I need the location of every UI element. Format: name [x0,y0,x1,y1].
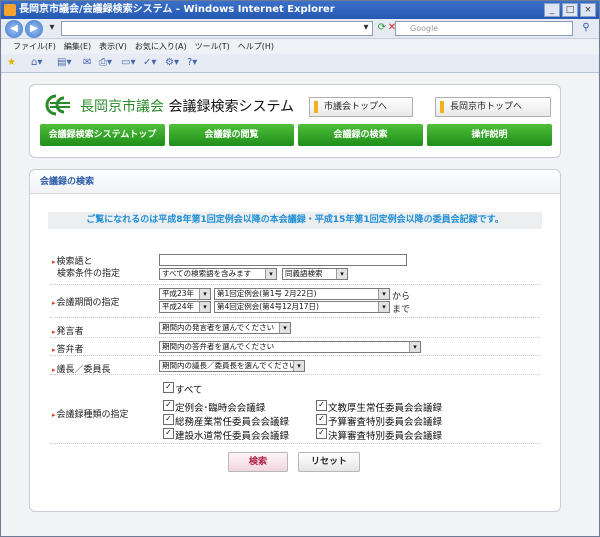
window-controls: _ □ × [544,3,596,17]
chair-select[interactable]: 期間内の議長／委員長を選んでください [159,360,305,372]
divider [50,284,540,285]
site-header: 長岡京市議会 会議録検索システム 市議会トップへ 長岡京市トップへ 会議録検索シ… [29,84,561,158]
to-session-select[interactable]: 第4回定例会(第4号12月17日) [214,301,390,313]
mail-icon[interactable]: ✉ [83,56,91,70]
divider [50,355,540,356]
menu-edit[interactable]: 編集(E) [64,39,91,54]
type-checkbox[interactable]: 定例会･臨時会会議録 [163,400,265,414]
to-suffix: まで [392,305,411,315]
main-nav: 会議録検索システムトップ 会議録の閲覧 会議録の検索 操作説明 [40,124,552,146]
search-icon[interactable]: ⚲ [579,21,593,35]
city-top-link[interactable]: 長岡京市トップへ [435,97,551,117]
nav-browse[interactable]: 会議録の閲覧 [169,124,294,146]
help-icon[interactable]: ?▾ [187,56,197,70]
site-title-council: 長岡京市議会 [80,99,164,115]
council-top-link[interactable]: 市議会トップへ [309,97,413,117]
maximize-button[interactable]: □ [562,3,578,17]
search-button[interactable]: 検索 [228,452,288,472]
nav-help[interactable]: 操作説明 [427,124,552,146]
menu-help[interactable]: ヘルプ(H) [238,39,274,54]
from-year-select[interactable]: 平成23年 [159,288,211,300]
minimize-button[interactable]: _ [544,3,560,17]
answerer-select[interactable]: 期間内の答弁者を選んでください [159,341,421,353]
favorites-star-icon[interactable]: ★ [7,56,16,70]
period-label: 会議期間の指定 [52,295,120,308]
back-icon[interactable]: ◀ [5,20,23,38]
city-logo-icon [45,94,70,116]
divider [50,317,540,318]
from-session-select[interactable]: 第1回定例会(第1号 2月22日) [214,288,390,300]
to-year-select[interactable]: 平成24年 [159,301,211,313]
history-dropdown-icon[interactable]: ▾ [45,21,59,35]
type-all-checkbox[interactable]: すべて [163,382,202,396]
menu-bar: ファイル(F) 編集(E) 表示(V) お気に入り(A) ツール(T) ヘルプ(… [1,39,599,54]
menu-view[interactable]: 表示(V) [99,39,127,54]
keyword-label-2: 検索条件の指定 [57,269,121,279]
nav-system-top[interactable]: 会議録検索システムトップ [40,124,165,146]
search-input[interactable]: Google [395,21,573,36]
type-checkbox[interactable]: 文教厚生常任委員会会議録 [316,400,442,414]
address-bar: ◀ ▶ ▾ ▾ ⟳ ✕ Google ⚲ [1,19,599,39]
speaker-select[interactable]: 期間内の発言者を選んでください [159,322,291,334]
page-icon[interactable]: ▭▾ [121,56,135,70]
menu-tools[interactable]: ツール(T) [195,39,230,54]
type-checkbox[interactable]: 総務産業常任委員会会議録 [163,414,289,428]
type-checkbox[interactable]: 決算審査特別委員会会議録 [316,428,442,442]
nav-search[interactable]: 会議録の検索 [298,124,423,146]
ie-icon [4,4,16,16]
types-label: 会議録種類の指定 [52,407,129,420]
divider [50,443,540,444]
type-checkbox[interactable]: 予算審査特別委員会会議録 [316,414,442,428]
search-panel: 会議録の検索 ご覧になれるのは平成8年第1回定例会以降の本会議録・平成15年第1… [29,169,561,512]
tools-gear-icon[interactable]: ⚙▾ [165,56,179,70]
keyword-input[interactable] [159,254,407,266]
reset-button[interactable]: リセット [298,452,360,472]
synonym-select[interactable]: 同義語検索 [282,268,348,280]
speaker-label: 発言者 [52,324,84,337]
window-title: 長岡京市議会/会議録検索システム - Windows Internet Expl… [19,4,335,15]
panel-heading: 会議録の検索 [30,170,560,194]
coverage-notice: ご覧になれるのは平成8年第1回定例会以降の本会議録・平成15年第1回定例会以降の… [48,212,542,229]
site-title: 長岡京市議会 会議録検索システム [80,96,294,116]
answerer-label: 答弁者 [52,342,84,355]
from-suffix: から [392,292,411,302]
type-checkbox[interactable]: 建設水道常任委員会会議録 [163,428,289,442]
page-content: 長岡京市議会 会議録検索システム 市議会トップへ 長岡京市トップへ 会議録検索シ… [2,73,598,536]
feeds-icon[interactable]: ▤▾ [57,56,71,70]
url-input[interactable] [61,21,373,36]
keyword-mode-select[interactable]: すべての検索語を含みます [159,268,277,280]
divider [50,337,540,338]
print-icon[interactable]: ⎙▾ [99,56,112,70]
site-title-system: 会議録検索システム [168,99,295,115]
browser-window: 長岡京市議会/会議録検索システム - Windows Internet Expl… [0,0,600,537]
menu-file[interactable]: ファイル(F) [13,39,56,54]
title-bar: 長岡京市議会/会議録検索システム - Windows Internet Expl… [1,1,599,19]
close-button[interactable]: × [580,3,596,17]
divider [50,374,540,375]
forward-icon[interactable]: ▶ [25,20,43,38]
home-icon[interactable]: ⌂▾ [31,56,42,70]
url-dropdown-icon[interactable]: ▾ [359,21,373,35]
command-bar: ★ ⌂▾ ▤▾ ✉ ⎙▾ ▭▾ ✓▾ ⚙▾ ?▾ [1,54,599,73]
safety-icon[interactable]: ✓▾ [143,56,156,70]
menu-favorites[interactable]: お気に入り(A) [135,39,187,54]
